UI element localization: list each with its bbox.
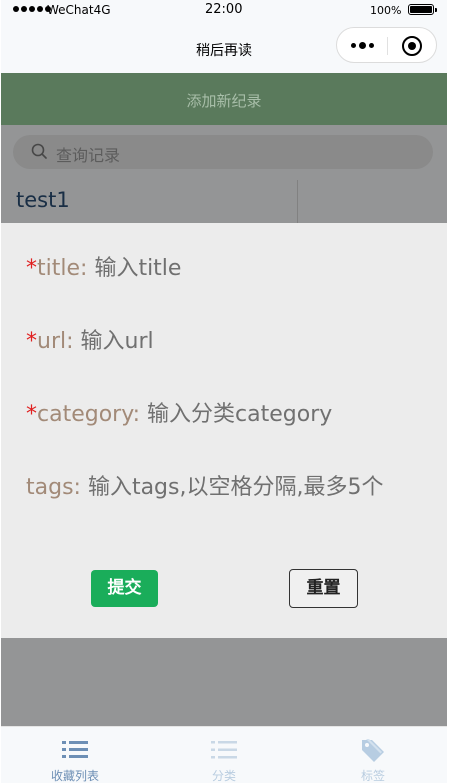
category-input[interactable]: 输入分类category (147, 402, 332, 427)
more-menu-icon[interactable] (351, 42, 374, 49)
tab-tags[interactable]: 标签 (299, 727, 447, 783)
required-mark: * (26, 256, 37, 281)
tab-categories[interactable]: 分类 (150, 727, 298, 783)
tab-label: 分类 (211, 769, 236, 783)
app-frame: WeChat4G 22:00 100% 稍后再读 添加新纪录 查询记录 test… (1, 0, 447, 783)
field-label: category: (37, 402, 141, 427)
status-time: 22:00 (205, 2, 243, 17)
field-label: title: (37, 256, 88, 281)
add-record-button[interactable]: 添加新纪录 (1, 73, 447, 125)
field-label: url: (37, 329, 74, 354)
capsule-divider (387, 37, 388, 55)
signal-strength-icon (13, 6, 51, 12)
close-miniprogram-icon[interactable] (402, 36, 422, 56)
tab-label: 收藏列表 (50, 769, 99, 783)
tags-input[interactable]: 输入tags,以空格分隔,最多5个 (88, 475, 384, 500)
title-input[interactable]: 输入title (94, 256, 181, 281)
add-record-form: *title: 输入title *url: 输入url *category: 输… (1, 223, 447, 638)
category-field[interactable]: *category: 输入分类category (26, 396, 332, 428)
list-icon (62, 741, 88, 758)
battery-percent: 100% (370, 4, 402, 17)
tab-label: 标签 (360, 769, 385, 783)
submit-button[interactable]: 提交 (91, 570, 158, 607)
url-field[interactable]: *url: 输入url (26, 323, 154, 355)
field-label: tags: (26, 475, 81, 500)
required-mark: * (26, 402, 37, 427)
nav-bar: 稍后再读 (1, 22, 447, 73)
tag-icon (362, 739, 384, 762)
tab-favorites[interactable]: 收藏列表 (1, 727, 149, 783)
battery-icon (408, 4, 437, 15)
miniprogram-capsule (336, 27, 437, 63)
add-record-label: 添加新纪录 (186, 92, 262, 110)
status-bar: WeChat4G 22:00 100% (1, 0, 447, 22)
reset-button[interactable]: 重置 (289, 569, 358, 608)
carrier-name: WeChat4G (47, 3, 111, 17)
category-list-icon (211, 741, 237, 759)
required-mark: * (26, 329, 37, 354)
title-field[interactable]: *title: 输入title (26, 250, 181, 282)
tags-field[interactable]: tags: 输入tags,以空格分隔,最多5个 (26, 469, 383, 501)
tab-bar: 收藏列表 分类 标签 (1, 726, 447, 783)
url-input[interactable]: 输入url (81, 329, 154, 354)
